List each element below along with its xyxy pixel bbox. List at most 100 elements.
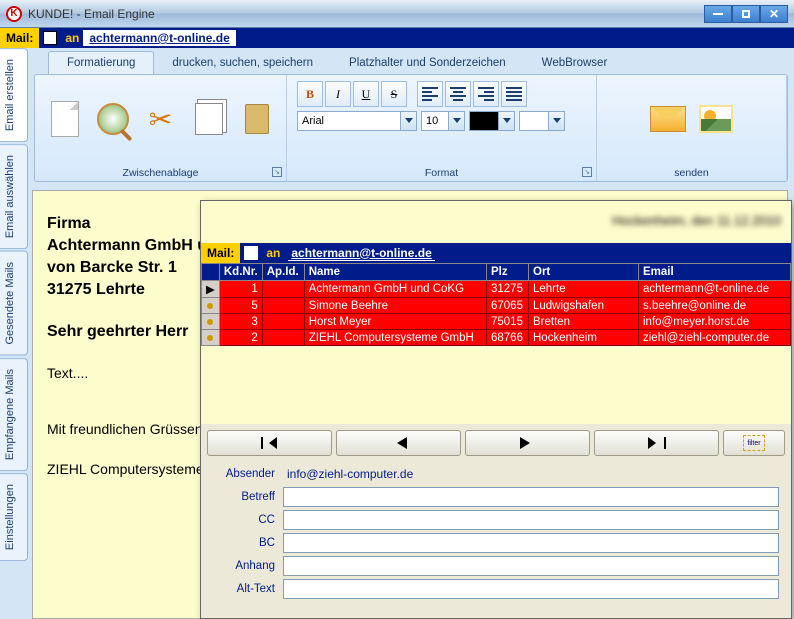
cell-email: s.beehre@online.de (639, 298, 791, 314)
italic-button[interactable]: I (325, 81, 351, 107)
format-launcher[interactable]: ↘ (582, 167, 592, 177)
recipient-email-link[interactable]: achtermann@t-online.de (83, 30, 235, 46)
row-indicator (202, 298, 220, 314)
cell-ap (262, 330, 304, 346)
th-apid[interactable]: Ap.Id. (262, 264, 304, 281)
cell-ort: Ludwigshafen (529, 298, 639, 314)
new-page-button[interactable] (47, 101, 83, 137)
cell-kd: 2 (219, 330, 262, 346)
cell-plz: 67065 (487, 298, 529, 314)
nav-first-button[interactable] (207, 430, 332, 456)
align-center-button[interactable] (445, 81, 471, 107)
nav-prev-button[interactable] (336, 430, 461, 456)
cell-email: achtermann@t-online.de (639, 281, 791, 298)
row-indicator (202, 330, 220, 346)
nav-last-button[interactable] (594, 430, 719, 456)
th-kdnr[interactable]: Kd.Nr. (219, 264, 262, 281)
cell-name: Horst Meyer (304, 314, 486, 330)
rtab-webbrowser[interactable]: WebBrowser (524, 52, 626, 74)
ribbon-group-send: senden (597, 75, 787, 181)
alttext-input[interactable] (283, 579, 779, 599)
cc-input[interactable] (283, 510, 779, 530)
rtab-formatierung[interactable]: Formatierung (48, 51, 154, 74)
cut-button[interactable]: ✂ (143, 101, 179, 137)
cell-ort: Hockenheim (529, 330, 639, 346)
cell-ap (262, 298, 304, 314)
recipient-table: Kd.Nr. Ap.Id. Name Plz Ort Email ▶1 Achte… (201, 263, 791, 346)
close-button[interactable]: ✕ (760, 5, 788, 23)
cell-name: Achtermann GmbH und CoKG (304, 281, 486, 298)
bc-label: BC (213, 537, 283, 549)
alttext-label: Alt-Text (213, 583, 283, 595)
align-right-button[interactable] (473, 81, 499, 107)
cell-ap (262, 281, 304, 298)
group-label-format: Format (287, 167, 596, 179)
fontsize-combo[interactable]: 10 (421, 111, 465, 131)
cell-plz: 75015 (487, 314, 529, 330)
mail-whitebox (43, 31, 57, 45)
cell-email: info@meyer.horst.de (639, 314, 791, 330)
send-mail-button[interactable] (650, 101, 686, 137)
font-combo[interactable]: Arial (297, 111, 417, 131)
cc-label: CC (213, 514, 283, 526)
minimize-button[interactable] (704, 5, 732, 23)
th-plz[interactable]: Plz (487, 264, 529, 281)
strikethrough-button[interactable]: S (381, 81, 407, 107)
window-title: KUNDE! - Email Engine (28, 7, 155, 21)
filter-icon: filter (743, 435, 765, 451)
cell-name: ZIEHL Computersysteme GmbH (304, 330, 486, 346)
an-label: an (61, 31, 83, 45)
group-label-clipboard: Zwischenablage (35, 167, 286, 179)
cell-name: Simone Beehre (304, 298, 486, 314)
bc-input[interactable] (283, 533, 779, 553)
rtab-drucken[interactable]: drucken, suchen, speichern (154, 52, 331, 74)
th-name[interactable]: Name (304, 264, 486, 281)
anhang-label: Anhang (213, 560, 283, 572)
cell-ap (262, 314, 304, 330)
align-justify-button[interactable] (501, 81, 527, 107)
ribbon-group-clipboard: ✂ Zwischenablage ↘ (35, 75, 287, 181)
betreff-input[interactable] (283, 487, 779, 507)
app-icon: K (6, 6, 22, 22)
cell-kd: 1 (219, 281, 262, 298)
th-ort[interactable]: Ort (529, 264, 639, 281)
window-titlebar: K KUNDE! - Email Engine ✕ (0, 0, 794, 28)
table-row[interactable]: 2ZIEHL Computersysteme GmbH68766Hockenhe… (202, 330, 791, 346)
th-email[interactable]: Email (639, 264, 791, 281)
underline-button[interactable]: U (353, 81, 379, 107)
cell-kd: 3 (219, 314, 262, 330)
filter-button[interactable]: filter (723, 430, 785, 456)
table-row[interactable]: 3Horst Meyer75015Bretteninfo@meyer.horst… (202, 314, 791, 330)
insert-image-button[interactable] (698, 101, 734, 137)
paste-button[interactable] (239, 101, 275, 137)
rtab-platzhalter[interactable]: Platzhalter und Sonderzeichen (331, 52, 524, 74)
cell-email: ziehl@ziehl-computer.de (639, 330, 791, 346)
copy-button[interactable] (191, 101, 227, 137)
table-row[interactable]: ▶1Achtermann GmbH und CoKG31275Lehrteach… (202, 281, 791, 298)
th-indicator (202, 264, 220, 281)
tab-email-erstellen[interactable]: Email erstellen (0, 48, 28, 142)
anhang-input[interactable] (283, 556, 779, 576)
tab-empfangene-mails[interactable]: Empfangene Mails (0, 358, 28, 471)
dialog-date-blurred: Hockenheim, den 11.12.2010 (612, 213, 781, 228)
nav-next-button[interactable] (465, 430, 590, 456)
tab-email-auswaehlen[interactable]: Email auswählen (0, 144, 28, 249)
absender-input[interactable] (283, 464, 779, 484)
bgcolor-combo[interactable] (519, 111, 565, 131)
maximize-button[interactable] (732, 5, 760, 23)
search-button[interactable] (95, 101, 131, 137)
dialog-email-link[interactable]: achtermann@t-online.de (288, 246, 434, 261)
clipboard-launcher[interactable]: ↘ (272, 167, 282, 177)
row-indicator: ▶ (202, 281, 220, 298)
align-left-button[interactable] (417, 81, 443, 107)
ribbon-tabs: Formatierung drucken, suchen, speichern … (28, 48, 794, 74)
table-row[interactable]: 5Simone Beehre67065Ludwigshafens.beehre@… (202, 298, 791, 314)
tab-einstellungen[interactable]: Einstellungen (0, 473, 28, 561)
dialog-mail-label: Mail: (201, 243, 240, 263)
recipient-dialog: Hockenheim, den 11.12.2010 Mail: an acht… (200, 200, 792, 619)
dialog-mailbar: Mail: an achtermann@t-online.de (201, 243, 791, 263)
tab-gesendete-mails[interactable]: Gesendete Mails (0, 251, 28, 356)
fontcolor-combo[interactable] (469, 111, 515, 131)
cell-plz: 31275 (487, 281, 529, 298)
bold-button[interactable]: B (297, 81, 323, 107)
